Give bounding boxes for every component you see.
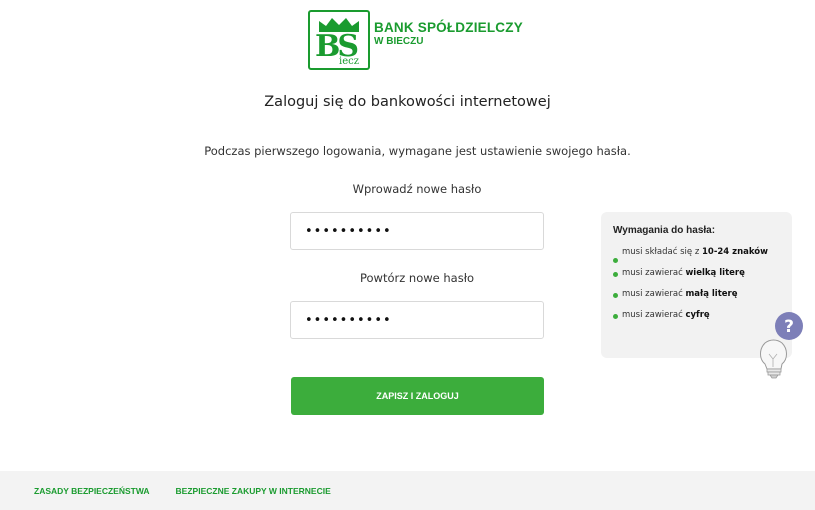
requirement-strong: małą literę <box>685 289 738 299</box>
new-password-label: Wprowadź nowe hasło <box>352 182 482 196</box>
first-login-info: Podczas pierwszego logowania, wymagane j… <box>204 144 631 158</box>
save-and-login-button[interactable]: ZAPISZ I ZALOGUJ <box>291 377 544 415</box>
page-title: Zaloguj się do bankowości internetowej <box>264 94 551 110</box>
repeat-password-input[interactable] <box>305 312 543 328</box>
requirement-text: musi zawierać <box>622 289 686 299</box>
requirement-strong: wielką literę <box>685 268 745 278</box>
bank-name-line2: W BIECZU <box>374 35 424 47</box>
bank-logo: BS iecz BANK SPÓŁDZIELCZY W BIECZU <box>308 10 523 70</box>
repeat-password-field-wrapper[interactable] <box>290 301 544 339</box>
bank-name-line1: BANK SPÓŁDZIELCZY <box>374 19 523 35</box>
footer-link-security-rules[interactable]: ZASADY BEZPIECZEŃSTWA <box>34 486 150 496</box>
requirements-title: Wymagania do hasła: <box>613 225 716 236</box>
repeat-password-label: Powtórz nowe hasło <box>359 271 475 285</box>
requirement-strong: 10-24 znaków <box>702 247 768 257</box>
new-password-input[interactable] <box>305 223 543 239</box>
logo-emblem: BS iecz <box>308 10 370 70</box>
requirement-text: musi zawierać <box>622 310 686 320</box>
requirement-uppercase: musi zawierać wielką literę <box>613 267 780 280</box>
requirement-length: musi składać się z 10-24 znaków <box>613 246 780 263</box>
lightbulb-question-icon[interactable]: ? <box>755 309 807 381</box>
footer-link-safe-shopping[interactable]: BEZPIECZNE ZAKUPY W INTERNECIE <box>176 486 331 496</box>
new-password-field-wrapper[interactable] <box>290 212 544 250</box>
requirement-text: musi zawierać <box>622 268 686 278</box>
bank-name: BANK SPÓŁDZIELCZY W BIECZU <box>374 20 523 47</box>
logo-small-text: iecz <box>339 56 359 67</box>
requirement-text: musi składać się z <box>622 247 702 257</box>
requirement-strong: cyfrę <box>685 310 710 320</box>
footer: ZASADY BEZPIECZEŃSTWA BEZPIECZNE ZAKUPY … <box>0 471 815 510</box>
requirement-lowercase: musi zawierać małą literę <box>613 288 780 301</box>
svg-text:?: ? <box>784 317 794 337</box>
